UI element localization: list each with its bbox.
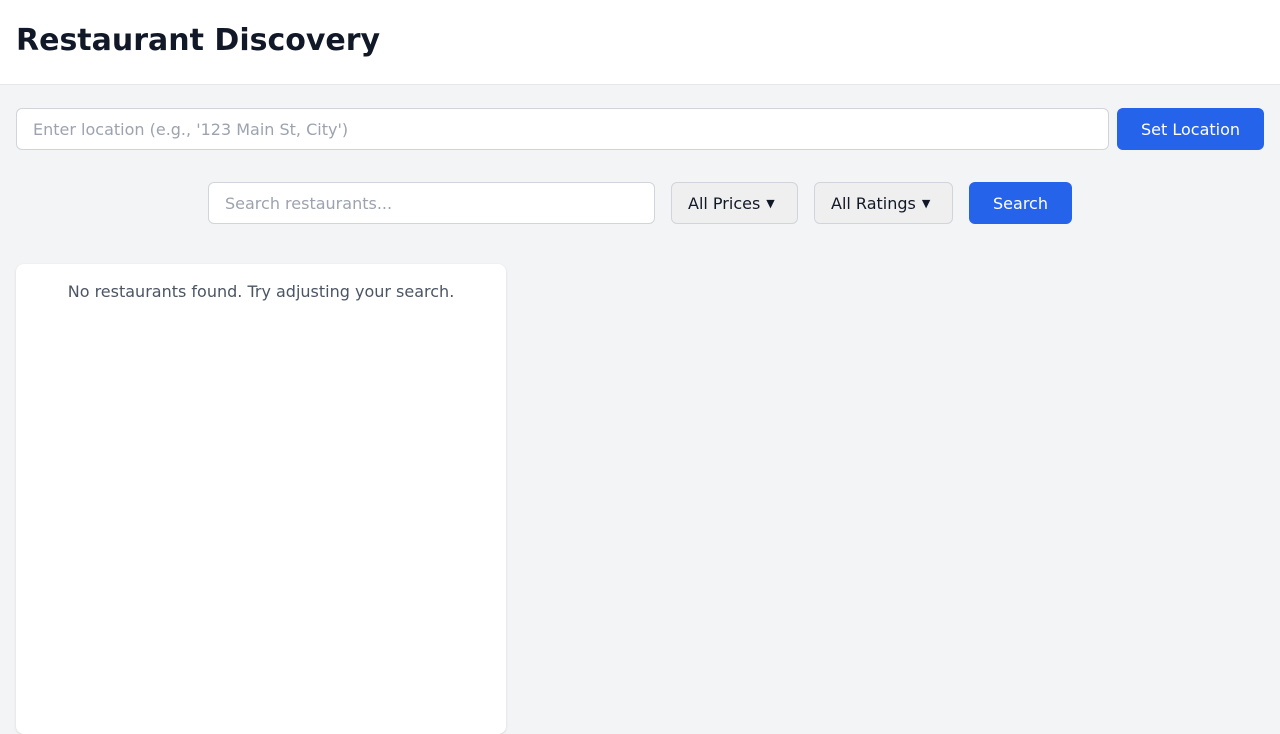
app-header: Restaurant Discovery bbox=[0, 0, 1280, 85]
page-title: Restaurant Discovery bbox=[16, 22, 381, 58]
set-location-button[interactable]: Set Location bbox=[1117, 108, 1264, 150]
chevron-down-icon: ▼ bbox=[766, 196, 775, 210]
price-filter-value: All Prices bbox=[688, 193, 761, 213]
location-input[interactable] bbox=[16, 108, 1109, 150]
results-panel: No restaurants found. Try adjusting your… bbox=[16, 264, 506, 734]
empty-results-message: No restaurants found. Try adjusting your… bbox=[67, 282, 455, 301]
search-button[interactable]: Search bbox=[969, 182, 1072, 224]
price-filter-select[interactable]: All Prices ▼ bbox=[671, 182, 798, 224]
chevron-down-icon: ▼ bbox=[921, 196, 931, 210]
search-bar: All Prices ▼ All Ratings ▼ Search bbox=[208, 182, 1072, 224]
location-bar: Set Location bbox=[16, 108, 1264, 150]
search-input[interactable] bbox=[208, 182, 655, 224]
rating-filter-select[interactable]: All Ratings ▼ bbox=[814, 182, 953, 224]
rating-filter-value: All Ratings bbox=[831, 193, 916, 213]
